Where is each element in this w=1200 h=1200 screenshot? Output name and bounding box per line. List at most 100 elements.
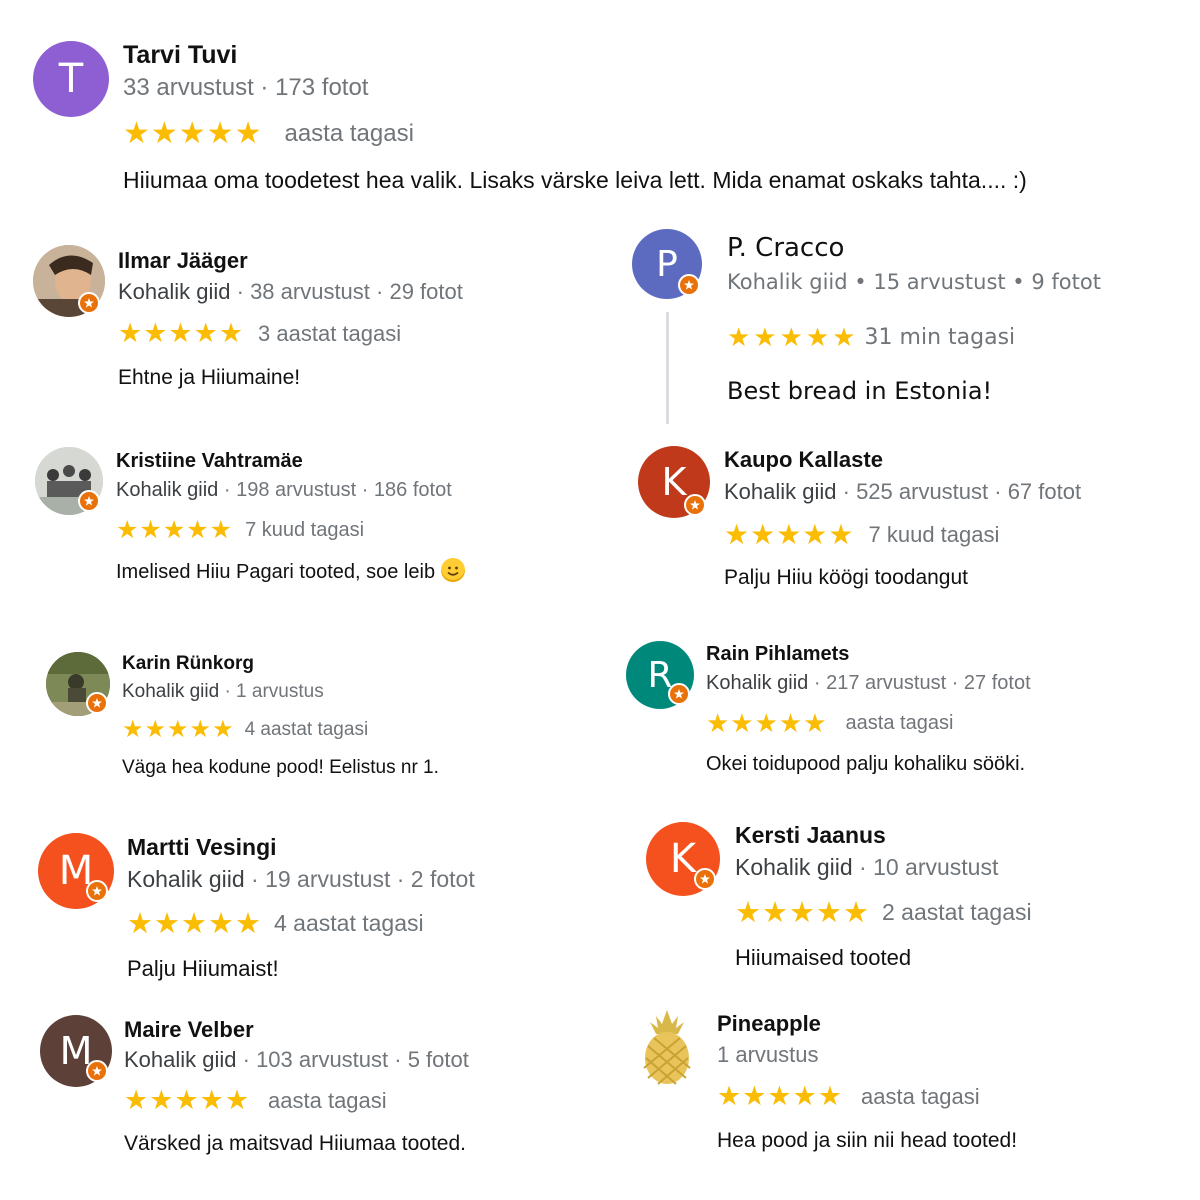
reviewer-meta: Kohalik giid · 10 arvustust: [735, 854, 998, 881]
meta-counts: · 19 arvustust · 2 fotot: [244, 866, 475, 892]
review-text: Palju Hiiumaist!: [127, 956, 279, 981]
meta-counts: · 525 arvustust · 67 fotot: [836, 479, 1082, 504]
reviewer-name[interactable]: Tarvi Tuvi: [123, 41, 237, 70]
reviewer-meta: Kohalik giid · 217 arvustust · 27 fotot: [706, 672, 1031, 695]
local-guide-badge-icon: [86, 1060, 108, 1082]
rating-row: ★★★★★ aasta tagasi: [706, 708, 953, 739]
avatar-letter: T: [58, 56, 84, 102]
local-guide-badge-icon: [86, 880, 108, 902]
avatar[interactable]: T: [33, 41, 109, 117]
thread-divider: [666, 312, 669, 424]
reviewer-meta: Kohalik giid • 15 arvustust • 9 fotot: [727, 270, 1101, 294]
local-guide-label: Kohalik giid: [116, 479, 219, 501]
rating-stars-icon: ★★★★★: [127, 908, 262, 940]
reviewer-meta: 1 arvustus: [717, 1042, 819, 1067]
avatar-letter: P: [656, 243, 678, 285]
review-time: aasta tagasi: [861, 1083, 980, 1109]
review-time: 3 aastat tagasi: [258, 320, 402, 346]
avatar-letter: K: [661, 460, 687, 504]
avatar-letter: K: [669, 836, 697, 882]
rating-stars-icon: ★★★★★: [116, 516, 234, 544]
rating-row: ★★★★★ 2 aastat tagasi: [735, 895, 1032, 930]
review-text: Hiiumaised tooted: [735, 945, 912, 970]
reviewer-name[interactable]: Karin Rünkorg: [122, 653, 254, 675]
review-text: Hiiumaa oma toodetest hea valik. Lisaks …: [123, 167, 1027, 193]
local-guide-label: Kohalik giid: [706, 672, 809, 694]
review-text: Imelised Hiiu Pagari tooted, soe leib: [116, 558, 466, 584]
reviewer-name[interactable]: Maire Velber: [124, 1017, 254, 1043]
rating-row: ★★★★★ 4 aastat tagasi: [122, 715, 368, 744]
local-guide-label: Kohalik giid: [118, 279, 231, 304]
local-guide-label: Kohalik giid: [122, 681, 220, 702]
rating-stars-icon: ★★★★★: [124, 1085, 251, 1115]
reviewer-name[interactable]: Rain Pihlamets: [706, 643, 849, 666]
smiling-face-icon: [441, 558, 466, 582]
local-guide-label: Kohalik giid: [735, 854, 853, 880]
reviewer-meta: Kohalik giid · 1 arvustus: [122, 681, 324, 703]
reviewer-name[interactable]: Kersti Jaanus: [735, 822, 886, 849]
local-guide-label: Kohalik giid: [724, 479, 837, 504]
review-text: Värsked ja maitsvad Hiiumaa tooted.: [124, 1132, 466, 1155]
pineapple-icon: [643, 1010, 691, 1085]
reviewer-meta: Kohalik giid · 198 arvustust · 186 fotot: [116, 479, 452, 502]
reviewer-meta: 33 arvustust · 173 fotot: [123, 74, 369, 101]
rating-row: ★★★★★ 3 aastat tagasi: [118, 318, 401, 349]
reviewer-meta: Kohalik giid · 19 arvustust · 2 fotot: [127, 866, 475, 893]
meta-counts: · 217 arvustust · 27 fotot: [808, 672, 1031, 694]
rating-row: ★★★★★ aasta tagasi: [717, 1081, 980, 1112]
local-guide-badge-icon: [684, 494, 706, 516]
reviewer-meta: Kohalik giid · 103 arvustust · 5 fotot: [124, 1047, 469, 1073]
review-time: 7 kuud tagasi: [868, 521, 1000, 547]
local-guide-badge-icon: [78, 292, 100, 314]
review-time: aasta tagasi: [268, 1087, 387, 1113]
review-time: 4 aastat tagasi: [274, 910, 424, 936]
rating-row: ★★★★★ 7 kuud tagasi: [724, 518, 999, 551]
review-text: Palju Hiiu köögi toodangut: [724, 566, 969, 589]
review-text: Hea pood ja siin nii head tooted!: [717, 1129, 1018, 1152]
review-time: 31 min tagasi: [864, 325, 1016, 350]
meta-counts: · 38 arvustust · 29 fotot: [230, 279, 463, 304]
rating-stars-icon: ★★★★★: [123, 117, 263, 150]
rating-stars-icon: ★★★★★: [118, 318, 245, 348]
rating-stars-icon: ★★★★★: [122, 716, 235, 743]
rating-stars-icon: ★★★★★: [717, 1081, 844, 1111]
reviewer-name[interactable]: Ilmar Jääger: [118, 248, 248, 274]
local-guide-label: Kohalik giid: [127, 866, 245, 892]
reviewer-name[interactable]: Kristiine Vahtramäe: [116, 450, 303, 473]
review-text: Okei toidupood palju kohaliku sööki.: [706, 753, 1026, 775]
meta-counts: · 103 arvustust · 5 fotot: [236, 1047, 469, 1072]
meta-counts: • 15 arvustust • 9 fotot: [847, 270, 1101, 294]
rating-stars-icon: ★★★★★: [706, 708, 828, 738]
rating-stars-icon: ★★★★★: [735, 897, 870, 929]
review-text: Väga hea kodune pood! Eelistus nr 1.: [122, 757, 439, 778]
reviewer-name[interactable]: P. Cracco: [727, 233, 844, 263]
local-guide-badge-icon: [668, 683, 690, 705]
rating-row: ★★★★★ aasta tagasi: [123, 116, 414, 151]
reviewer-meta: Kohalik giid · 38 arvustust · 29 fotot: [118, 279, 463, 305]
rating-row: ★★★★★ 31 min tagasi: [727, 322, 1015, 353]
reviewer-meta: Kohalik giid · 525 arvustust · 67 fotot: [724, 479, 1081, 505]
local-guide-badge-icon: [694, 868, 716, 890]
meta-counts: · 1 arvustus: [219, 681, 324, 702]
review-time: aasta tagasi: [845, 712, 954, 734]
local-guide-badge-icon: [86, 692, 108, 714]
review-text-body: Imelised Hiiu Pagari tooted, soe leib: [116, 561, 436, 583]
review-time: 4 aastat tagasi: [244, 718, 369, 740]
review-text: Best bread in Estonia!: [727, 377, 993, 405]
local-guide-label: Kohalik giid: [727, 270, 848, 294]
rating-row: ★★★★★ 4 aastat tagasi: [127, 906, 424, 941]
local-guide-label: Kohalik giid: [124, 1047, 237, 1072]
rating-row: ★★★★★ aasta tagasi: [124, 1085, 387, 1116]
meta-counts: · 198 arvustust · 186 fotot: [218, 479, 452, 501]
rating-stars-icon: ★★★★★: [724, 519, 855, 550]
rating-row: ★★★★★ 7 kuud tagasi: [116, 515, 364, 545]
review-time: 7 kuud tagasi: [245, 518, 365, 541]
reviewer-name[interactable]: Martti Vesingi: [127, 834, 277, 861]
local-guide-badge-icon: [78, 490, 100, 512]
avatar[interactable]: [636, 1008, 698, 1086]
reviewer-name[interactable]: Pineapple: [717, 1011, 821, 1037]
review-time: aasta tagasi: [284, 119, 414, 147]
review-text: Ehtne ja Hiiumaine!: [118, 366, 301, 389]
meta-counts: · 10 arvustust: [852, 854, 999, 880]
reviewer-name[interactable]: Kaupo Kallaste: [724, 447, 883, 473]
